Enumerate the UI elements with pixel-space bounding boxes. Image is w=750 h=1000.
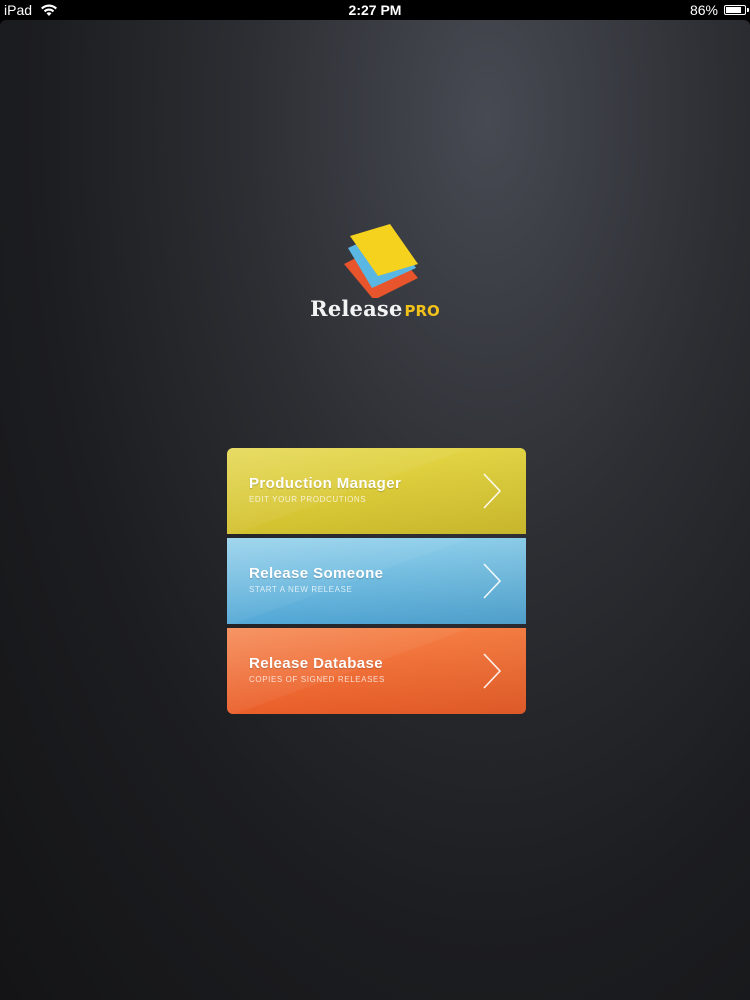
status-bar: iPad 2:27 PM 86% (0, 0, 750, 20)
logo-word: Release (310, 296, 403, 321)
battery-percent: 86% (689, 2, 718, 18)
production-manager-button[interactable]: Production Manager EDIT YOUR PRODCUTIONS (227, 448, 526, 534)
logo-suffix: PRO (404, 302, 440, 320)
app-logo: Release PRO (300, 218, 450, 328)
release-database-button[interactable]: Release Database COPIES OF SIGNED RELEAS… (227, 628, 526, 714)
main-menu: Production Manager EDIT YOUR PRODCUTIONS… (227, 448, 526, 714)
app-screen: Release PRO Production Manager EDIT YOUR … (0, 20, 750, 1000)
chevron-right-icon (483, 473, 502, 509)
battery-icon (724, 5, 749, 15)
logo-mark-icon (344, 224, 418, 298)
status-right: 86% (689, 2, 749, 18)
chevron-right-icon (483, 653, 502, 689)
battery-fill (726, 7, 742, 13)
logo-wordmark: Release PRO (300, 296, 450, 321)
clock: 2:27 PM (348, 2, 402, 18)
chevron-right-icon (483, 563, 502, 599)
release-someone-button[interactable]: Release Someone START A NEW RELEASE (227, 538, 526, 624)
